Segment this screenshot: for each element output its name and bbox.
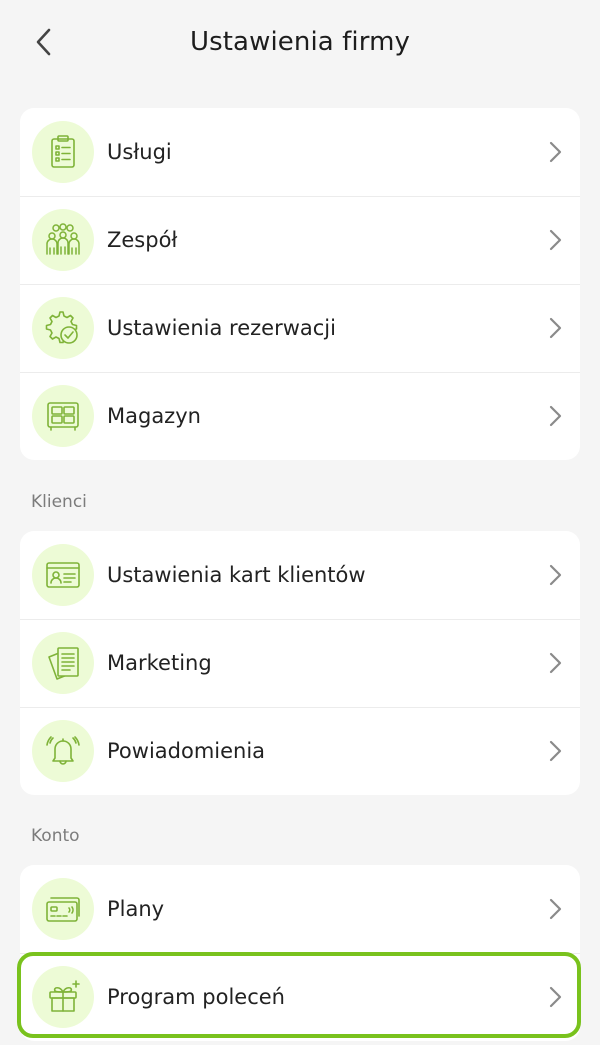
clipboard-list-icon <box>32 121 94 183</box>
chevron-right-icon <box>549 405 562 427</box>
row-label: Zespół <box>107 228 178 252</box>
chevron-right-icon <box>549 986 562 1008</box>
row-label: Ustawienia rezerwacji <box>107 316 336 340</box>
row-zespol[interactable]: Zespół <box>20 196 580 284</box>
chevron-right-icon <box>549 317 562 339</box>
row-label: Usługi <box>107 140 172 164</box>
chevron-right-icon <box>549 141 562 163</box>
chevron-right-icon <box>549 564 562 586</box>
top-bar: Ustawienia firmy <box>0 0 600 84</box>
section-label-konto: Konto <box>31 826 80 846</box>
card-praca: Usługi Zespół Ustawienia rezerwacji Maga… <box>20 108 580 460</box>
settings-scroll-area[interactable]: Praca salonu Usługi <box>0 0 600 1045</box>
row-label: Magazyn <box>107 404 201 428</box>
credit-card-icon <box>32 878 94 940</box>
row-label: Ustawienia kart klientów <box>107 563 366 587</box>
row-program-polecen[interactable]: Program poleceń <box>20 953 580 1041</box>
row-plany[interactable]: Plany <box>20 865 580 953</box>
bell-icon <box>32 720 94 782</box>
row-label: Powiadomienia <box>107 739 266 763</box>
page-title: Ustawienia firmy <box>189 27 410 57</box>
row-magazyn[interactable]: Magazyn <box>20 372 580 460</box>
gear-check-icon <box>32 297 94 359</box>
section-label-klienci: Klienci <box>31 492 87 512</box>
client-card-icon <box>32 544 94 606</box>
row-marketing[interactable]: Marketing <box>20 619 580 707</box>
card-konto: Plany Program poleceń <box>20 865 580 1041</box>
row-uslugi[interactable]: Usługi <box>20 108 580 196</box>
row-powiadomienia[interactable]: Powiadomienia <box>20 707 580 795</box>
chevron-right-icon <box>549 740 562 762</box>
card-klienci: Ustawienia kart klientów Marketing Powia… <box>20 531 580 795</box>
row-label: Marketing <box>107 651 212 675</box>
documents-icon <box>32 632 94 694</box>
chevron-right-icon <box>549 898 562 920</box>
gift-icon <box>32 966 94 1028</box>
chevron-right-icon <box>549 229 562 251</box>
row-label: Program poleceń <box>107 985 285 1009</box>
cabinet-icon <box>32 385 94 447</box>
team-icon <box>32 209 94 271</box>
row-label: Plany <box>107 897 165 921</box>
row-ustawienia-kart-klientow[interactable]: Ustawienia kart klientów <box>20 531 580 619</box>
chevron-right-icon <box>549 652 562 674</box>
row-ustawienia-rezerwacji[interactable]: Ustawienia rezerwacji <box>20 284 580 372</box>
